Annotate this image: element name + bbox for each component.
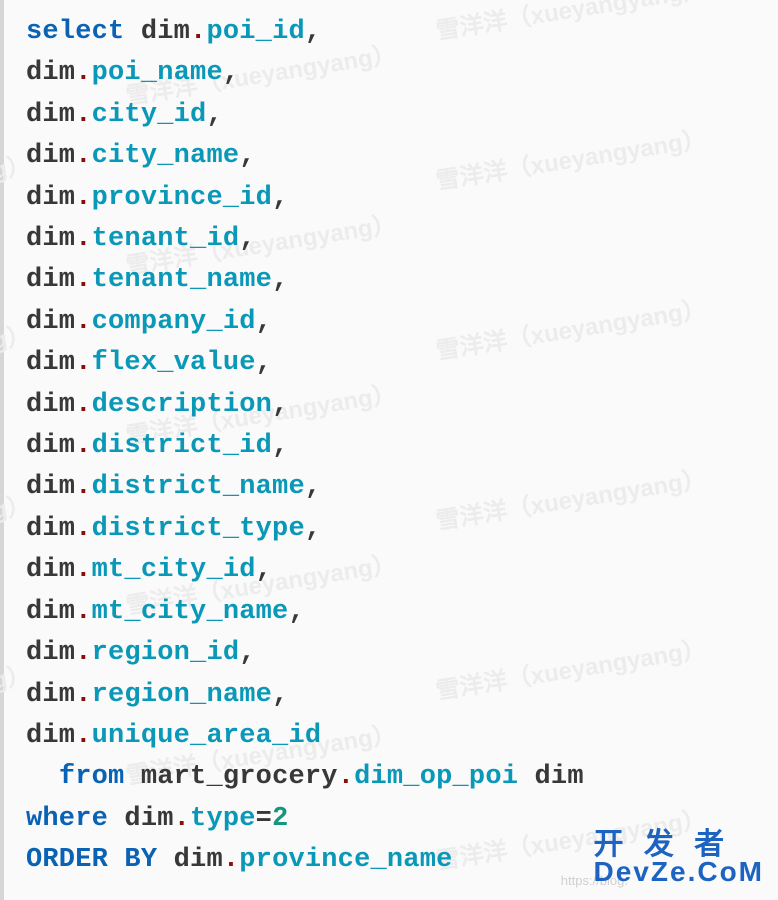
- alias: dim: [141, 17, 190, 47]
- col: company_id: [92, 307, 256, 337]
- alias: dim: [26, 431, 75, 461]
- alias: dim: [26, 597, 75, 627]
- keyword-orderby: ORDER BY: [26, 845, 157, 875]
- alias: dim: [535, 762, 584, 792]
- col: province_id: [92, 183, 272, 213]
- keyword-where: where: [26, 804, 108, 834]
- code-block: ang） ang） ang） ang） 雪洋洋（xueyangyang） 雪洋洋…: [0, 0, 778, 900]
- col: region_name: [92, 680, 272, 710]
- where-col: type: [190, 804, 256, 834]
- site-logo: 开 发 者 DevZe.CoM: [593, 831, 764, 886]
- alias: dim: [26, 390, 75, 420]
- alias: dim: [26, 100, 75, 130]
- alias: dim: [26, 307, 75, 337]
- alias: dim: [124, 804, 173, 834]
- schema: mart_grocery: [141, 762, 338, 792]
- alias: dim: [26, 680, 75, 710]
- alias: dim: [26, 224, 75, 254]
- logo-line1: 开 发 者: [593, 831, 764, 860]
- alias: dim: [26, 514, 75, 544]
- col: district_name: [92, 472, 305, 502]
- keyword-from: from: [59, 762, 125, 792]
- alias: dim: [26, 638, 75, 668]
- orderby-col: province_name: [239, 845, 452, 875]
- col: district_type: [92, 514, 305, 544]
- where-val: 2: [272, 804, 288, 834]
- alias: dim: [26, 141, 75, 171]
- col: mt_city_name: [92, 597, 289, 627]
- col: unique_area_id: [92, 721, 322, 751]
- col: region_id: [92, 638, 240, 668]
- alias: dim: [26, 472, 75, 502]
- col: description: [92, 390, 272, 420]
- alias: dim: [26, 265, 75, 295]
- alias: dim: [26, 555, 75, 585]
- alias: dim: [26, 721, 75, 751]
- col: city_name: [92, 141, 240, 171]
- col: poi_id: [206, 17, 304, 47]
- col: district_id: [92, 431, 272, 461]
- sql-code: select dim.poi_id, dim.poi_name, dim.cit…: [4, 0, 778, 882]
- col: poi_name: [92, 58, 223, 88]
- alias: dim: [174, 845, 223, 875]
- col: mt_city_id: [92, 555, 256, 585]
- keyword-select: select: [26, 17, 124, 47]
- col: tenant_name: [92, 265, 272, 295]
- alias: dim: [26, 58, 75, 88]
- logo-line2: DevZe.CoM: [593, 859, 764, 886]
- col: tenant_id: [92, 224, 240, 254]
- col: flex_value: [92, 348, 256, 378]
- alias: dim: [26, 183, 75, 213]
- alias: dim: [26, 348, 75, 378]
- col: city_id: [92, 100, 207, 130]
- table: dim_op_poi: [354, 762, 518, 792]
